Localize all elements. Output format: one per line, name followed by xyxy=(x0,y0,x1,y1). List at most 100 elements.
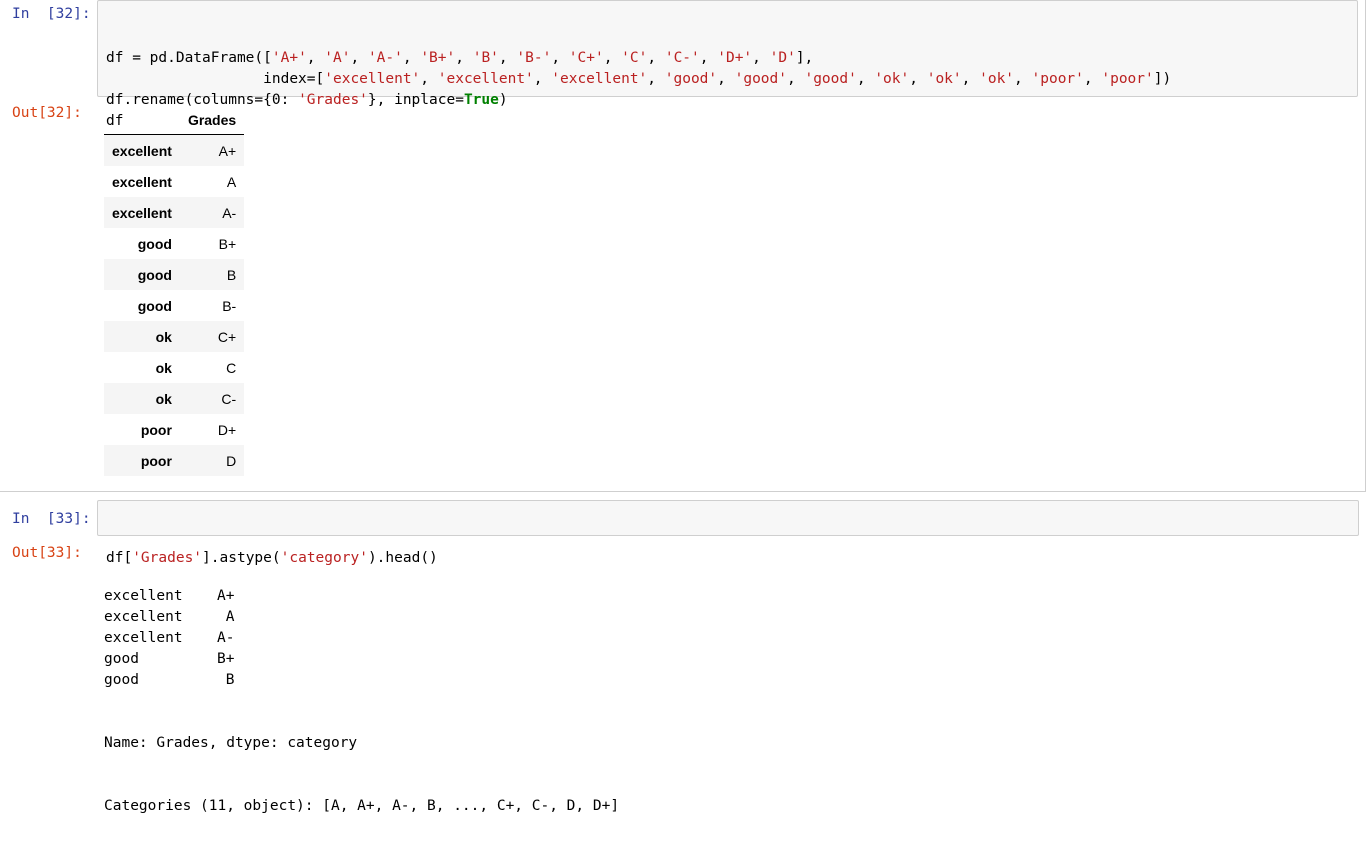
string-token: 'good' xyxy=(804,71,857,87)
code-token: , xyxy=(455,50,473,66)
series-index: excellent xyxy=(104,609,183,625)
string-token: 'B-' xyxy=(516,50,552,66)
code-token: , xyxy=(961,71,980,87)
grade-cell: B+ xyxy=(218,235,237,252)
grade-cell: A- xyxy=(222,204,237,221)
series-value: A- xyxy=(217,630,235,646)
string-token: 'excellent' xyxy=(551,71,648,87)
code-token: ], xyxy=(795,50,814,66)
string-token: 'good' xyxy=(664,71,718,87)
table-row: excellent A xyxy=(104,166,244,197)
input-prompt: In [32]: xyxy=(12,6,91,22)
string-token: 'A' xyxy=(324,50,351,66)
string-token: 'ok' xyxy=(979,71,1015,87)
row-index-label: good xyxy=(137,266,172,283)
table-header-row: Grades xyxy=(104,106,245,135)
column-header: Grades xyxy=(179,106,245,135)
input-prompt: In [33]: xyxy=(12,511,91,527)
row-index-label: good xyxy=(137,297,172,314)
code-token: , xyxy=(1083,71,1102,87)
string-token: 'ok' xyxy=(926,71,962,87)
series-row: good B xyxy=(104,670,619,691)
series-index: good xyxy=(104,672,139,688)
string-token: 'D+' xyxy=(717,50,753,66)
string-token: 'D' xyxy=(769,50,796,66)
grade-cell: D+ xyxy=(217,421,237,438)
table-row: ok C+ xyxy=(104,321,245,352)
string-token: 'C' xyxy=(621,50,648,66)
string-token: 'poor' xyxy=(1031,71,1084,87)
string-token: 'excellent' xyxy=(437,71,534,87)
string-token: 'poor' xyxy=(1101,71,1154,87)
string-token: 'C-' xyxy=(664,50,700,66)
code-token: ]) xyxy=(1153,71,1172,87)
series-value: B xyxy=(217,672,235,688)
series-value: A+ xyxy=(217,588,235,604)
code-input-area[interactable]: df['Grades'].astype('category').head() xyxy=(97,500,1359,566)
code-token: , xyxy=(752,50,770,66)
string-token: 'A+' xyxy=(271,50,307,66)
notebook-cell-32[interactable]: In [32]: df = pd.DataFrame(['A+', 'A', '… xyxy=(0,0,1366,492)
grade-cell: C+ xyxy=(217,328,237,345)
code-token: df = pd.DataFrame([ xyxy=(106,50,272,66)
grade-cell: B xyxy=(226,266,237,283)
code-token: , xyxy=(647,50,665,66)
code-token: , xyxy=(306,50,325,66)
series-value: B+ xyxy=(217,651,235,667)
code-editor[interactable]: df = pd.DataFrame(['A+', 'A', 'A-', 'B+'… xyxy=(106,48,1349,132)
row-index-label: ok xyxy=(155,359,172,376)
string-token: 'B+' xyxy=(420,50,456,66)
dataframe-output: Grades excellent A+ excellent A excellent A-g… xyxy=(104,106,245,476)
table-row: ok C xyxy=(104,352,244,383)
string-token: 'B' xyxy=(472,50,499,66)
grade-cell: D xyxy=(226,452,237,469)
series-rows: excellent A+ excellent Aexcellent A-good B+ g… xyxy=(104,586,619,691)
string-token: 'excellent' xyxy=(324,71,421,87)
table-row: poor D+ xyxy=(104,414,244,445)
string-token: 'ok' xyxy=(874,71,910,87)
series-row: excellent A xyxy=(104,607,619,628)
string-token: 'A-' xyxy=(367,50,403,66)
table-row: good B- xyxy=(104,290,244,321)
grade-cell: C xyxy=(226,359,237,376)
grade-cell: A xyxy=(226,173,237,190)
series-row: good B+ xyxy=(104,649,619,670)
series-row: excellent A- xyxy=(104,628,619,649)
table-row: ok C- xyxy=(104,383,245,414)
code-token: , xyxy=(787,71,805,87)
code-token: , xyxy=(856,71,875,87)
code-token: , xyxy=(533,71,552,87)
series-index: good xyxy=(104,651,139,667)
code-token: , xyxy=(603,50,622,66)
code-token: , xyxy=(647,71,665,87)
grade-cell: B- xyxy=(222,297,237,314)
code-token: , xyxy=(909,71,927,87)
table-row: good B xyxy=(104,259,245,290)
notebook-cell-33[interactable]: In [33]: df['Grades'].astype('category')… xyxy=(0,496,1366,814)
row-index-label: poor xyxy=(140,421,172,438)
keyword-token: True xyxy=(463,92,499,108)
grade-cell: A+ xyxy=(218,142,237,159)
string-token: 'C+' xyxy=(568,50,604,66)
series-index: excellent xyxy=(104,630,183,646)
string-token: 'Grades' xyxy=(298,92,368,108)
table-body: excellent A+ excellent Aexcellent A-good B+ go… xyxy=(104,134,245,476)
series-index: excellent xyxy=(104,588,183,604)
series-value: A xyxy=(217,609,235,625)
code-input-area[interactable]: df = pd.DataFrame(['A+', 'A', 'A-', 'B+'… xyxy=(97,0,1358,129)
row-index-label: ok xyxy=(155,390,172,407)
series-output: excellent A+ excellent Aexcellent A-good B+ g… xyxy=(104,544,619,859)
code-token: , xyxy=(717,71,735,87)
output-prompt: Out[32]: xyxy=(12,105,82,121)
index-header xyxy=(104,106,180,135)
code-token: , xyxy=(1014,71,1032,87)
code-token: , xyxy=(420,71,438,87)
grade-cell: C- xyxy=(221,390,237,407)
row-index-label: excellent xyxy=(112,204,172,221)
table-row: poor D xyxy=(104,445,245,476)
row-index-label: excellent xyxy=(112,142,172,159)
code-token: , xyxy=(498,50,517,66)
table-row: good B+ xyxy=(104,228,244,259)
code-line: index=['excellent', 'excellent', 'excell… xyxy=(106,69,1349,90)
string-token: 'good' xyxy=(734,71,787,87)
